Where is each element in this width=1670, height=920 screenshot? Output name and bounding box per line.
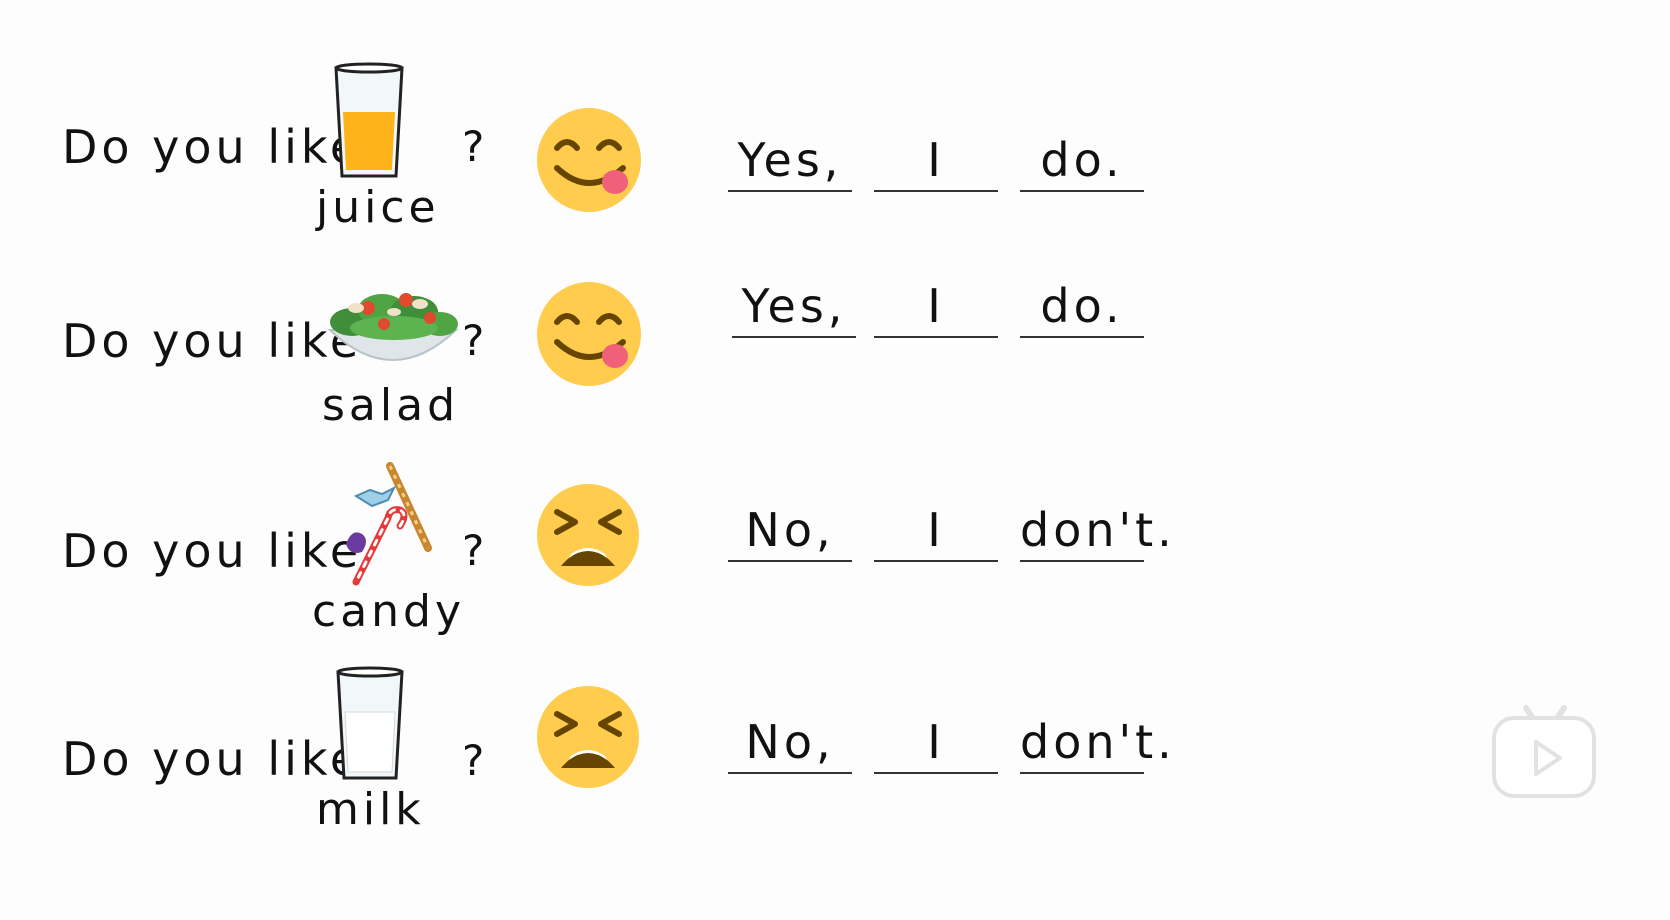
question-mark: ? bbox=[462, 736, 485, 785]
food-label: milk bbox=[316, 784, 425, 835]
answer-blank-1: Yes, bbox=[728, 132, 852, 192]
answer-blank-3: don't. bbox=[1020, 714, 1172, 774]
answer-blank-1: Yes, bbox=[732, 278, 856, 338]
answer-blank-2: I bbox=[874, 132, 998, 192]
tired-face-icon bbox=[537, 484, 639, 586]
food-label: salad bbox=[322, 380, 460, 431]
exercise-row-juice: Do you like juice ? Yes, I do. bbox=[0, 58, 1200, 248]
answer-blank-2: I bbox=[874, 502, 998, 562]
tired-face-icon bbox=[537, 686, 639, 788]
answer-blank-3: don't. bbox=[1020, 502, 1172, 562]
question-text: Do you like bbox=[62, 314, 363, 368]
question-mark: ? bbox=[462, 526, 485, 575]
candy-icon bbox=[346, 462, 432, 586]
answer-blank-2: I bbox=[874, 278, 998, 338]
smiling-tongue-face-icon bbox=[537, 282, 641, 386]
question-mark: ? bbox=[462, 122, 485, 171]
milk-glass-icon bbox=[336, 666, 404, 780]
question-text: Do you like bbox=[62, 524, 363, 578]
smiling-tongue-face-icon bbox=[537, 108, 641, 212]
answer-blank-2: I bbox=[874, 714, 998, 774]
play-button[interactable] bbox=[1490, 704, 1598, 800]
answer-blank-1: No, bbox=[728, 714, 852, 774]
exercise-row-salad: Do you like salad ? Yes, I do. bbox=[0, 250, 1200, 440]
food-label: candy bbox=[312, 586, 466, 637]
food-label: juice bbox=[316, 182, 440, 233]
exercise-row-candy: Do you like candy ? No, I don't. bbox=[0, 460, 1200, 650]
play-icon bbox=[1492, 705, 1596, 798]
question-text: Do you like bbox=[62, 732, 363, 786]
salad-bowl-icon bbox=[327, 293, 459, 361]
question-text: Do you like bbox=[62, 120, 363, 174]
answer-blank-3: do. bbox=[1020, 132, 1144, 192]
answer-blank-3: do. bbox=[1020, 278, 1144, 338]
question-mark: ? bbox=[462, 316, 485, 365]
exercise-row-milk: Do you like milk ? No, I don't. bbox=[0, 660, 1200, 850]
answer-blank-1: No, bbox=[728, 502, 852, 562]
juice-glass-icon bbox=[334, 62, 404, 178]
